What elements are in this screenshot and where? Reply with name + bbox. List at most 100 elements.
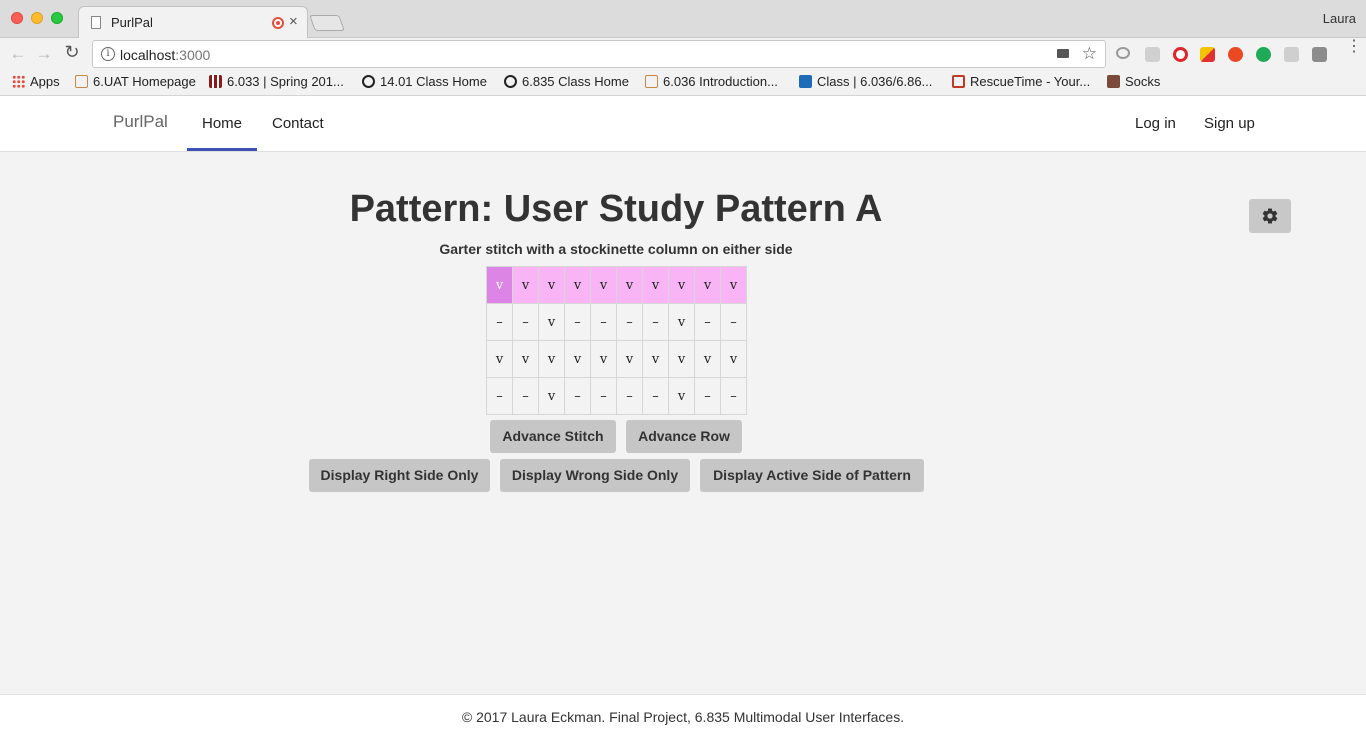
stitch-cell[interactable]: –	[590, 377, 617, 415]
tab-title: PurlPal	[111, 15, 153, 30]
stitch-cell[interactable]: –	[642, 377, 669, 415]
stitch-cell[interactable]: –	[564, 303, 591, 341]
url-host: localhost	[120, 47, 176, 63]
stitch-cell[interactable]: v	[564, 340, 591, 378]
bookmark-rescuetime[interactable]: RescueTime - Your...	[952, 74, 1090, 92]
stitch-cell[interactable]: v	[694, 266, 721, 304]
active-nav-indicator	[187, 148, 257, 151]
display-right-side-button[interactable]: Display Right Side Only	[309, 459, 490, 492]
bookmark-1401[interactable]: 14.01 Class Home	[362, 74, 487, 92]
new-tab-button[interactable]	[309, 15, 345, 31]
document-icon	[75, 75, 88, 88]
signup-link[interactable]: Sign up	[1204, 115, 1255, 132]
stitch-cell[interactable]: v	[720, 340, 747, 378]
info-icon[interactable]: i	[101, 47, 115, 61]
close-window-button[interactable]	[11, 12, 23, 24]
fullscreen-window-button[interactable]	[51, 12, 63, 24]
stitch-cell[interactable]: –	[590, 303, 617, 341]
stitch-cell[interactable]: v	[512, 266, 539, 304]
bookmark-apps[interactable]: Apps	[12, 74, 60, 92]
stitch-cell[interactable]: –	[720, 377, 747, 415]
minimize-window-button[interactable]	[31, 12, 43, 24]
brand-logo[interactable]: PurlPal	[113, 112, 168, 132]
bookmark-star-icon[interactable]: ☆	[1082, 44, 1097, 64]
stitch-cell[interactable]: –	[486, 377, 513, 415]
page-icon	[91, 16, 101, 29]
bookmarks-bar: Apps 6.UAT Homepage 6.033 | Spring 201..…	[0, 70, 1366, 96]
stellar-icon	[504, 75, 517, 88]
photo-icon	[1107, 75, 1120, 88]
extension-pencil-icon[interactable]	[1312, 47, 1327, 62]
stitch-cell[interactable]: v	[668, 266, 695, 304]
bookmark-6036[interactable]: 6.036 Introduction...	[645, 74, 778, 92]
stitch-cell[interactable]: v	[642, 266, 669, 304]
stitch-cell[interactable]: v	[668, 340, 695, 378]
profile-name[interactable]: Laura	[1323, 11, 1356, 26]
stitch-cell[interactable]: v	[642, 340, 669, 378]
extension-box-icon[interactable]	[1284, 47, 1299, 62]
address-bar[interactable]: i localhost:3000 ☆	[92, 40, 1106, 68]
stitch-cell[interactable]: v	[590, 340, 617, 378]
close-tab-button[interactable]: ×	[289, 13, 298, 30]
display-wrong-side-button[interactable]: Display Wrong Side Only	[500, 459, 690, 492]
forward-button[interactable]: →	[34, 44, 54, 64]
rescuetime-icon	[952, 75, 965, 88]
stitch-cell[interactable]: v	[564, 266, 591, 304]
bookmark-6uat[interactable]: 6.UAT Homepage	[75, 74, 196, 92]
browser-menu-icon[interactable]: ⋮	[1346, 39, 1362, 55]
stitch-cell[interactable]: –	[642, 303, 669, 341]
advance-stitch-button[interactable]: Advance Stitch	[490, 420, 616, 453]
extension-stumbleupon-icon[interactable]	[1228, 47, 1243, 62]
bookmark-socks[interactable]: Socks	[1107, 74, 1160, 92]
extension-flag-icon[interactable]	[1200, 47, 1215, 62]
settings-button[interactable]	[1249, 199, 1291, 233]
stitch-cell[interactable]: v	[668, 377, 695, 415]
back-button[interactable]: ←	[8, 44, 28, 64]
stitch-cell[interactable]: –	[512, 303, 539, 341]
stitch-cell[interactable]: v	[616, 266, 643, 304]
pattern-row: – – v – – – – v – –	[486, 377, 747, 415]
stitch-cell[interactable]: v	[512, 340, 539, 378]
stitch-cell[interactable]: v	[538, 266, 565, 304]
advance-row-button[interactable]: Advance Row	[626, 420, 742, 453]
stitch-cell[interactable]: –	[486, 303, 513, 341]
stitch-cell[interactable]: –	[564, 377, 591, 415]
nav-contact-link[interactable]: Contact	[272, 115, 324, 132]
login-link[interactable]: Log in	[1135, 115, 1176, 132]
browser-tabstrip: PurlPal × Laura	[0, 0, 1366, 38]
bookmark-6033[interactable]: 6.033 | Spring 201...	[209, 74, 344, 92]
stitch-cell[interactable]: v	[616, 340, 643, 378]
extension-pocket-icon[interactable]	[1145, 47, 1160, 62]
stitch-cell[interactable]: –	[694, 377, 721, 415]
stitch-cell[interactable]: v	[668, 303, 695, 341]
stitch-cell[interactable]: v	[538, 377, 565, 415]
stitch-cell[interactable]: v	[486, 266, 513, 304]
stellar-icon	[362, 75, 375, 88]
url-port: :3000	[175, 47, 211, 63]
url-text[interactable]: localhost:3000	[120, 47, 210, 63]
stitch-cell[interactable]: –	[694, 303, 721, 341]
stitch-cell[interactable]: v	[538, 303, 565, 341]
extension-opera-icon[interactable]	[1173, 47, 1188, 62]
stitch-cell[interactable]: –	[720, 303, 747, 341]
app-navbar: PurlPal Home Contact Log in Sign up	[0, 96, 1366, 152]
document-icon	[645, 75, 658, 88]
bookmark-6835[interactable]: 6.835 Class Home	[504, 74, 629, 92]
stitch-cell[interactable]: v	[590, 266, 617, 304]
nav-home-link[interactable]: Home	[202, 115, 242, 132]
lm-icon	[799, 75, 812, 88]
extension-cloud-icon[interactable]	[1116, 47, 1130, 59]
stitch-cell[interactable]: v	[486, 340, 513, 378]
stitch-cell[interactable]: v	[694, 340, 721, 378]
stitch-cell[interactable]: –	[512, 377, 539, 415]
stitch-cell[interactable]: –	[616, 303, 643, 341]
camera-icon[interactable]	[1057, 49, 1069, 58]
extension-grammarly-icon[interactable]	[1256, 47, 1271, 62]
bookmark-class-6036[interactable]: Class | 6.036/6.86...	[799, 74, 932, 92]
reload-button[interactable]: ↻	[62, 42, 82, 63]
display-active-side-button[interactable]: Display Active Side of Pattern	[700, 459, 924, 492]
stitch-cell[interactable]: v	[538, 340, 565, 378]
browser-tab[interactable]: PurlPal ×	[78, 6, 308, 38]
stitch-cell[interactable]: v	[720, 266, 747, 304]
stitch-cell[interactable]: –	[616, 377, 643, 415]
